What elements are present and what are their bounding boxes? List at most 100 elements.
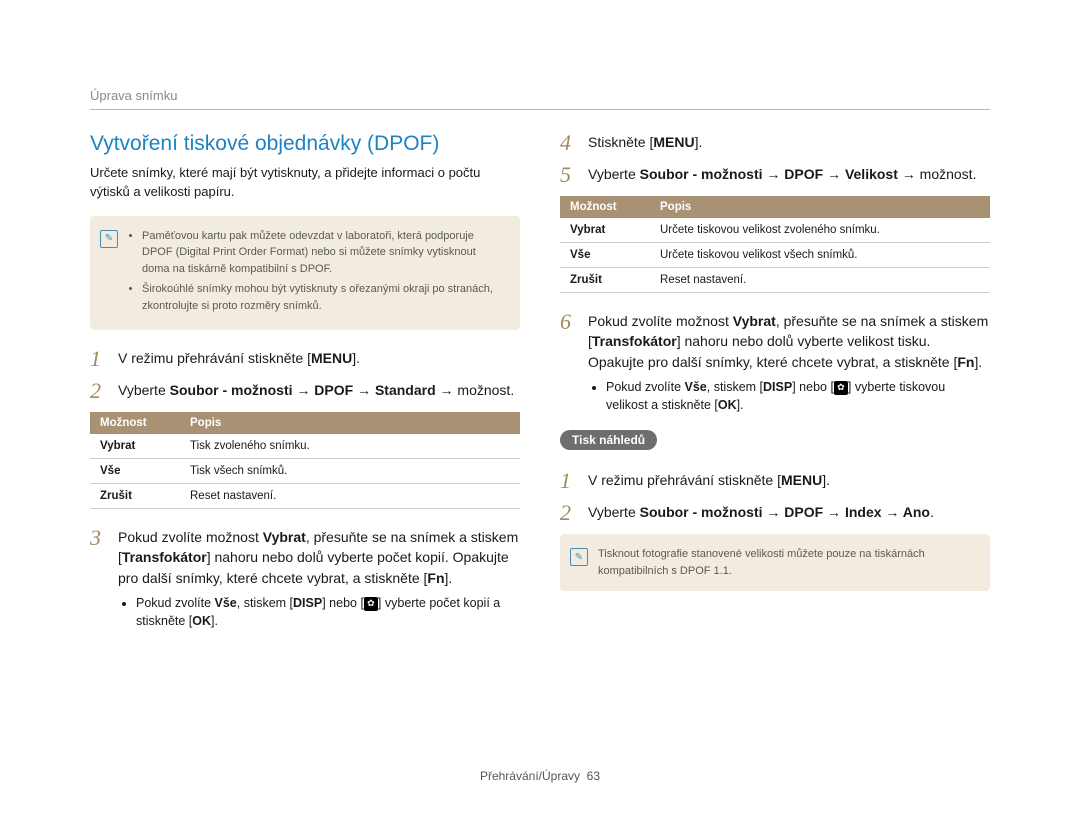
two-column-layout: Vytvoření tiskové objednávky (DPOF) Urče… xyxy=(90,132,990,640)
table-row: VybratUrčete tiskovou velikost zvoleného… xyxy=(560,218,990,243)
step-number: 2 xyxy=(560,502,576,524)
opt-cell: Vybrat xyxy=(90,434,180,459)
bullet-text: , stiskem [ xyxy=(707,380,763,394)
step-number: 6 xyxy=(560,311,576,414)
step-item: 3 Pokud zvolíte možnost Vybrat, přesuňte… xyxy=(90,527,520,630)
fn-key: Fn xyxy=(957,352,974,372)
bullet-text: , stiskem [ xyxy=(237,596,293,610)
steps-list: 4 Stiskněte [MENU]. 5 Vyberte Soubor - m… xyxy=(560,132,990,186)
step-number: 2 xyxy=(90,380,106,402)
step-item: 5 Vyberte Soubor - možnosti → DPOF → Vel… xyxy=(560,164,990,186)
note-box: ✎ Tisknout fotografie stanovené velikost… xyxy=(560,534,990,591)
step-body: V režimu přehrávání stiskněte [MENU]. xyxy=(588,470,990,492)
subsection-pill: Tisk náhledů xyxy=(560,430,657,450)
step-text: Vyberte xyxy=(588,166,640,182)
left-column: Vytvoření tiskové objednávky (DPOF) Urče… xyxy=(90,132,520,640)
bold-text: Vybrat xyxy=(733,313,776,329)
opt-cell: Zrušit xyxy=(560,268,650,293)
step-item: 1 V režimu přehrávání stiskněte [MENU]. xyxy=(560,470,990,492)
step-body: Stiskněte [MENU]. xyxy=(588,132,990,154)
menu-key: MENU xyxy=(781,470,822,490)
step-text: Pokud zvolíte možnost xyxy=(118,529,263,545)
step-number: 1 xyxy=(560,470,576,492)
table-row: VšeUrčete tiskovou velikost všech snímků… xyxy=(560,243,990,268)
menu-path: Soubor - možnosti → DPOF → Index → Ano xyxy=(640,504,930,520)
steps-list: 1 V režimu přehrávání stiskněte [MENU]. … xyxy=(560,470,990,524)
footer-section: Přehrávání/Úpravy xyxy=(480,769,580,783)
step-number: 3 xyxy=(90,527,106,630)
right-column: 4 Stiskněte [MENU]. 5 Vyberte Soubor - m… xyxy=(560,132,990,640)
step-body: Vyberte Soubor - možnosti → DPOF → Stand… xyxy=(118,380,520,402)
step-text: Vyberte xyxy=(588,504,640,520)
desc-cell: Reset nastavení. xyxy=(650,268,990,293)
sub-bullet-list: Pokud zvolíte Vše, stiskem [DISP] nebo [… xyxy=(606,378,990,414)
manual-page: Úprava snímku Vytvoření tiskové objednáv… xyxy=(0,0,1080,815)
step-item: 2 Vyberte Soubor - možnosti → DPOF → Ind… xyxy=(560,502,990,524)
page-footer: Přehrávání/Úpravy 63 xyxy=(0,769,1080,783)
note-icon: ✎ xyxy=(100,230,118,248)
step-body: Pokud zvolíte možnost Vybrat, přesuňte s… xyxy=(588,311,990,414)
menu-key: MENU xyxy=(311,348,352,368)
fn-key: Fn xyxy=(427,568,444,588)
step-text: ]. xyxy=(695,134,703,150)
step-body: Vyberte Soubor - možnosti → DPOF → Velik… xyxy=(588,164,990,186)
macro-icon: ✿ xyxy=(834,381,848,395)
note-item: Širokoúhlé snímky mohou být vytisknuty s… xyxy=(142,281,506,314)
options-table: Možnost Popis VybratTisk zvoleného snímk… xyxy=(90,412,520,509)
col-header-option: Možnost xyxy=(90,412,180,434)
sub-bullet-list: Pokud zvolíte Vše, stiskem [DISP] nebo [… xyxy=(136,594,520,630)
opt-cell: Zrušit xyxy=(90,484,180,509)
bold-text: Transfokátor xyxy=(122,549,207,565)
intro-paragraph: Určete snímky, které mají být vytisknuty… xyxy=(90,164,520,202)
step-item: 6 Pokud zvolíte možnost Vybrat, přesuňte… xyxy=(560,311,990,414)
step-item: 2 Vyberte Soubor - možnosti → DPOF → Sta… xyxy=(90,380,520,402)
col-header-desc: Popis xyxy=(180,412,520,434)
step-text: možnost. xyxy=(916,166,977,182)
step-body: V režimu přehrávání stiskněte [MENU]. xyxy=(118,348,520,370)
step-text: možnost. xyxy=(454,382,515,398)
options-table: Možnost Popis VybratUrčete tiskovou veli… xyxy=(560,196,990,293)
table-row: VybratTisk zvoleného snímku. xyxy=(90,434,520,459)
bullet-text: Pokud zvolíte xyxy=(136,596,215,610)
bold-text: Vše xyxy=(685,380,707,394)
step-number: 4 xyxy=(560,132,576,154)
breadcrumb: Úprava snímku xyxy=(90,88,990,110)
table-header-row: Možnost Popis xyxy=(90,412,520,434)
table-row: ZrušitReset nastavení. xyxy=(90,484,520,509)
step-item: 4 Stiskněte [MENU]. xyxy=(560,132,990,154)
step-body: Vyberte Soubor - možnosti → DPOF → Index… xyxy=(588,502,990,524)
opt-cell: Vybrat xyxy=(560,218,650,243)
sub-bullet: Pokud zvolíte Vše, stiskem [DISP] nebo [… xyxy=(606,378,990,414)
desc-cell: Určete tiskovou velikost všech snímků. xyxy=(650,243,990,268)
ok-key: OK xyxy=(718,396,737,414)
menu-path: Soubor - možnosti → DPOF → Velikost → xyxy=(640,166,916,182)
desc-cell: Tisk zvoleného snímku. xyxy=(180,434,520,459)
col-header-option: Možnost xyxy=(560,196,650,218)
step-text: Vyberte xyxy=(118,382,170,398)
disp-key: DISP xyxy=(763,378,792,396)
table-row: VšeTisk všech snímků. xyxy=(90,459,520,484)
note-icon: ✎ xyxy=(570,548,588,566)
menu-key: MENU xyxy=(653,132,694,152)
desc-cell: Reset nastavení. xyxy=(180,484,520,509)
step-number: 1 xyxy=(90,348,106,370)
table-row: ZrušitReset nastavení. xyxy=(560,268,990,293)
note-text: Tisknout fotografie stanovené velikosti … xyxy=(598,546,976,579)
opt-cell: Vše xyxy=(560,243,650,268)
bold-text: Vše xyxy=(215,596,237,610)
step-text: Stiskněte [ xyxy=(588,134,653,150)
page-number: 63 xyxy=(587,769,600,783)
macro-icon: ✿ xyxy=(364,597,378,611)
section-heading: Vytvoření tiskové objednávky (DPOF) xyxy=(90,132,520,156)
bullet-text: ] nebo [ xyxy=(322,596,364,610)
menu-path: Soubor - možnosti → DPOF → Standard → xyxy=(170,382,454,398)
note-box: ✎ Paměťovou kartu pak můžete odevzdat v … xyxy=(90,216,520,331)
opt-cell: Vše xyxy=(90,459,180,484)
step-item: 1 V režimu přehrávání stiskněte [MENU]. xyxy=(90,348,520,370)
steps-list: 1 V režimu přehrávání stiskněte [MENU]. … xyxy=(90,348,520,402)
desc-cell: Tisk všech snímků. xyxy=(180,459,520,484)
note-item: Paměťovou kartu pak můžete odevzdat v la… xyxy=(142,228,506,278)
step-text: Pokud zvolíte možnost xyxy=(588,313,733,329)
desc-cell: Určete tiskovou velikost zvoleného snímk… xyxy=(650,218,990,243)
step-text: . xyxy=(930,504,934,520)
